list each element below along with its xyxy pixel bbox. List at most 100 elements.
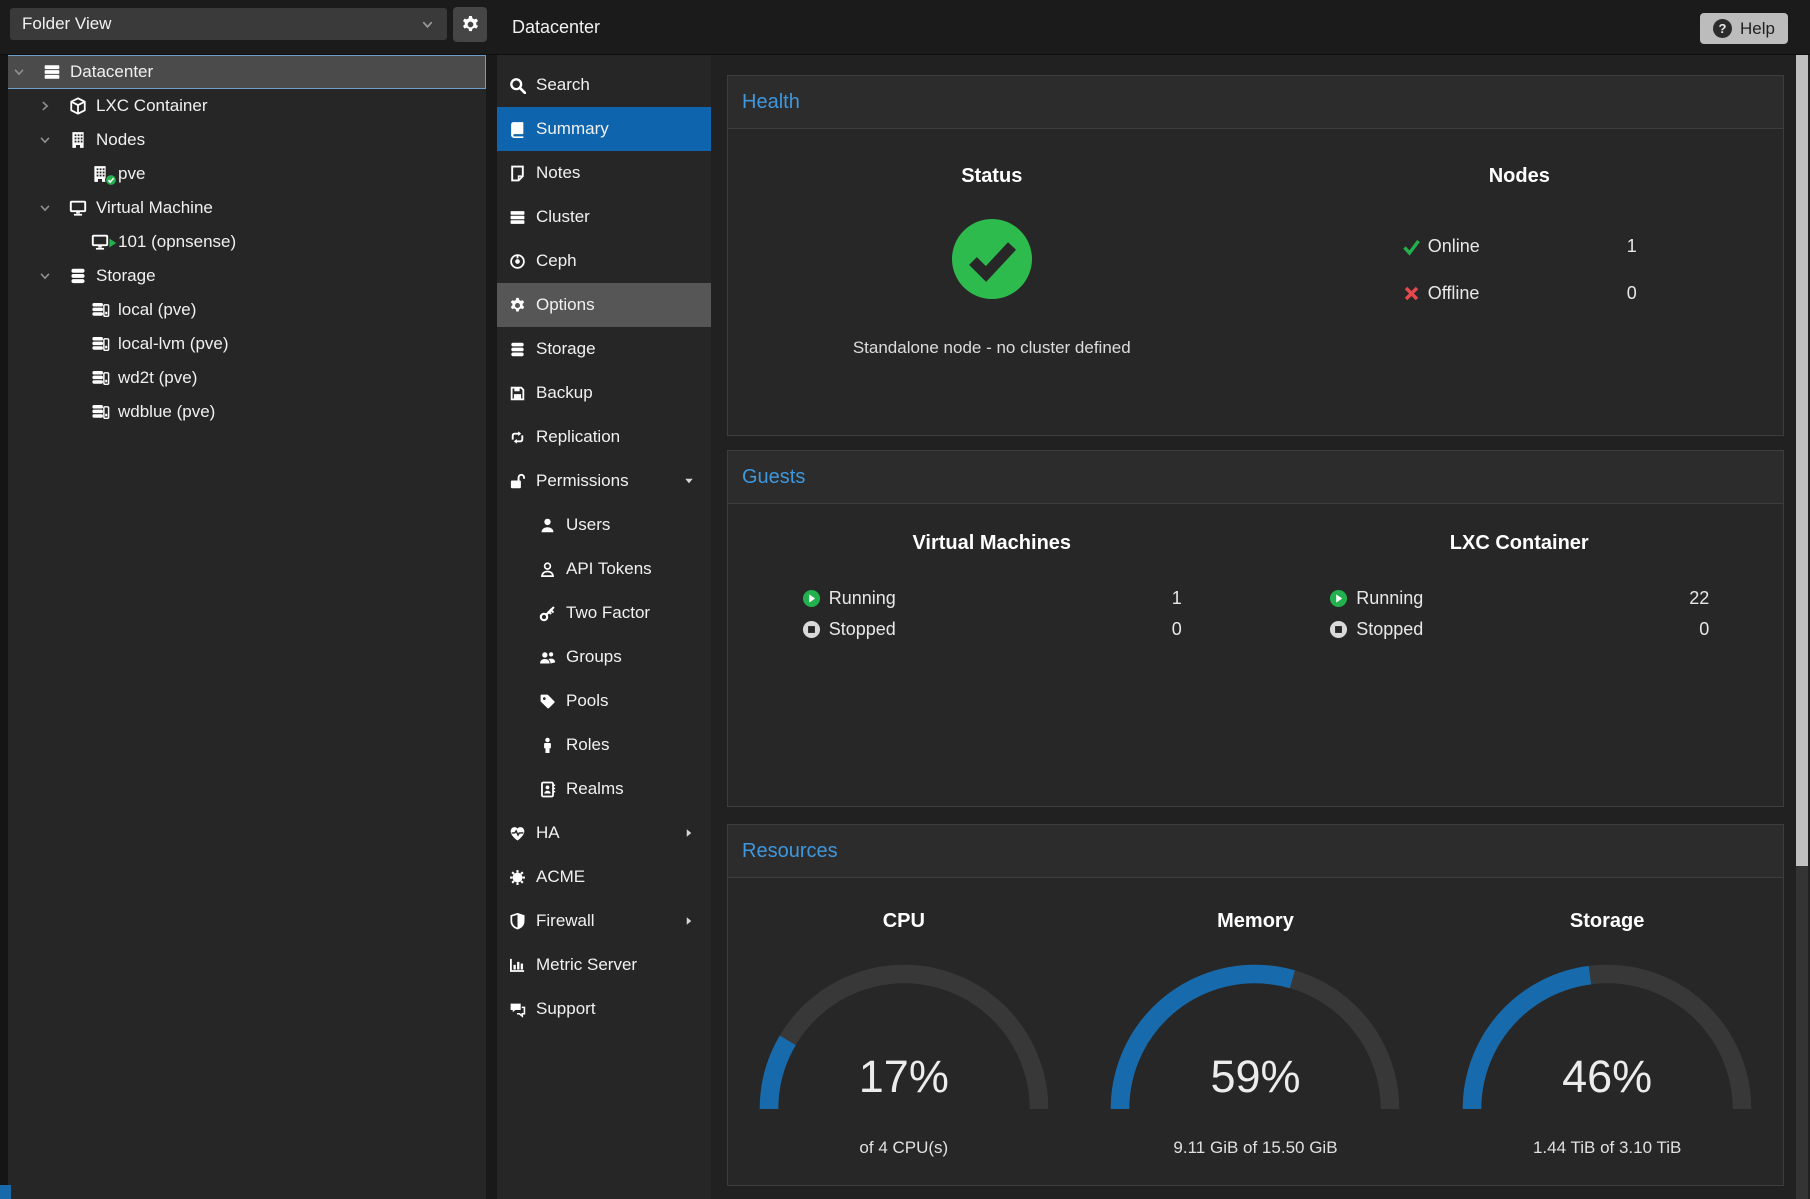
tree-settings-button[interactable] xyxy=(453,7,487,42)
tree-item-storage-local-lvm[interactable]: local-lvm (pve) xyxy=(0,327,486,361)
heartbeat-icon xyxy=(509,825,526,842)
desktop-running-icon xyxy=(88,233,112,251)
expander-expanded-icon[interactable] xyxy=(38,269,60,284)
tree-item-label: Virtual Machine xyxy=(96,198,213,218)
scrollbar-thumb[interactable] xyxy=(1796,55,1808,866)
expander-spacer xyxy=(60,405,82,420)
note-icon xyxy=(509,165,526,182)
resources-panel-body: CPU 17% of 4 CPU(s) Memory xyxy=(728,878,1783,1158)
menu-item-backup[interactable]: Backup xyxy=(497,371,711,415)
menu-item-pools[interactable]: Pools xyxy=(497,679,711,723)
health-status-column: Status Standalone node - no cluster defi… xyxy=(728,129,1256,358)
floppy-icon xyxy=(509,385,526,402)
expander-collapsed-icon[interactable] xyxy=(38,99,60,114)
menu-item-firewall[interactable]: Firewall xyxy=(497,899,711,943)
cpu-gauge-column: CPU 17% of 4 CPU(s) xyxy=(728,878,1080,1158)
storage-gauge-column: Storage 46% 1.44 TiB of 3.10 TiB xyxy=(1431,878,1783,1158)
database-icon xyxy=(509,341,526,358)
menu-item-support[interactable]: Support xyxy=(497,987,711,1031)
stop-circle-icon xyxy=(1329,620,1348,639)
tree-item-lxc-container[interactable]: LXC Container xyxy=(0,89,486,123)
storage-heading: Storage xyxy=(1570,910,1644,933)
resource-tree: Datacenter LXC Container Nodes pve Virtu… xyxy=(0,55,486,1199)
vertical-scrollbar[interactable] xyxy=(1796,55,1808,1199)
menu-item-options[interactable]: Options xyxy=(497,283,711,327)
tree-item-storage[interactable]: Storage xyxy=(0,259,486,293)
menu-item-replication[interactable]: Replication xyxy=(497,415,711,459)
lxc-rows: Running 22 Stopped 0 xyxy=(1329,587,1709,641)
menu-item-realms[interactable]: Realms xyxy=(497,767,711,811)
tree-item-storage-wd2t[interactable]: wd2t (pve) xyxy=(0,361,486,395)
menu-item-ceph[interactable]: Ceph xyxy=(497,239,711,283)
guests-panel-header: Guests xyxy=(728,451,1783,504)
resources-panel-title: Resources xyxy=(742,840,838,863)
replication-icon xyxy=(509,429,526,446)
menu-item-two-factor[interactable]: Two Factor xyxy=(497,591,711,635)
cpu-heading: CPU xyxy=(883,910,925,933)
database-drive-icon xyxy=(88,301,112,319)
menu-item-storage[interactable]: Storage xyxy=(497,327,711,371)
expander-expanded-icon[interactable] xyxy=(38,201,60,216)
menu-item-users[interactable]: Users xyxy=(497,503,711,547)
user-outline-icon xyxy=(539,561,556,578)
vm-running-count: 1 xyxy=(1172,588,1182,609)
menu-item-metric-server[interactable]: Metric Server xyxy=(497,943,711,987)
menu-item-summary[interactable]: Summary xyxy=(497,107,711,151)
resources-panel: Resources CPU 17% of 4 CPU(s) Memory xyxy=(727,824,1784,1186)
vm-rows: Running 1 Stopped 0 xyxy=(802,587,1182,641)
tree-item-label: Storage xyxy=(96,266,156,286)
menu-item-groups[interactable]: Groups xyxy=(497,635,711,679)
guests-panel: Guests Virtual Machines Running 1 Stoppe… xyxy=(727,450,1784,807)
summary-content: Health Status Standalone node - no clust… xyxy=(711,55,1810,1199)
tree-item-pve[interactable]: pve xyxy=(0,157,486,191)
tree-view-selector-value: Folder View xyxy=(22,14,111,34)
expander-expanded-icon[interactable] xyxy=(12,65,34,80)
comments-icon xyxy=(509,1001,526,1018)
left-edge-strip xyxy=(0,55,8,1199)
cpu-gauge: 17% xyxy=(754,953,1054,1118)
memory-detail: 9.11 GiB of 15.50 GiB xyxy=(1173,1138,1337,1158)
menu-item-search[interactable]: Search xyxy=(497,63,711,107)
nodes-offline-row: Offline 0 xyxy=(1402,283,1637,304)
menu-item-api-tokens[interactable]: API Tokens xyxy=(497,547,711,591)
resources-panel-header: Resources xyxy=(728,825,1783,878)
tree-item-label: local (pve) xyxy=(118,300,196,320)
tree-item-virtual-machine[interactable]: Virtual Machine xyxy=(0,191,486,225)
menu-item-notes[interactable]: Notes xyxy=(497,151,711,195)
address-book-icon xyxy=(539,781,556,798)
expander-expanded-icon[interactable] xyxy=(38,133,60,148)
database-drive-icon xyxy=(88,403,112,421)
help-button[interactable]: ? Help xyxy=(1700,13,1788,44)
tree-item-nodes[interactable]: Nodes xyxy=(0,123,486,157)
seal-icon xyxy=(509,869,526,886)
panel-divider[interactable] xyxy=(486,55,497,1199)
tree-item-storage-wdblue[interactable]: wdblue (pve) xyxy=(0,395,486,429)
storage-detail: 1.44 TiB of 3.10 TiB xyxy=(1533,1138,1681,1158)
gear-icon xyxy=(461,15,480,34)
check-icon xyxy=(1402,237,1421,256)
tree-item-datacenter[interactable]: Datacenter xyxy=(0,55,486,89)
tree-item-label: wd2t (pve) xyxy=(118,368,197,388)
online-count: 1 xyxy=(1627,236,1637,257)
storage-gauge: 46% xyxy=(1457,953,1757,1118)
cube-icon xyxy=(66,97,90,115)
tag-icon xyxy=(539,693,556,710)
tree-item-label: wdblue (pve) xyxy=(118,402,215,422)
lxc-running-count: 22 xyxy=(1689,588,1709,609)
menu-item-permissions[interactable]: Permissions xyxy=(497,459,711,503)
menu-item-acme[interactable]: ACME xyxy=(497,855,711,899)
menu-item-ha[interactable]: HA xyxy=(497,811,711,855)
menu-item-roles[interactable]: Roles xyxy=(497,723,711,767)
offline-count: 0 xyxy=(1627,283,1637,304)
tree-view-selector[interactable]: Folder View xyxy=(10,8,447,40)
play-circle-icon xyxy=(802,589,821,608)
server-icon xyxy=(40,63,64,81)
tree-item-storage-local[interactable]: local (pve) xyxy=(0,293,486,327)
chevron-down-icon xyxy=(420,17,435,32)
chevron-right-icon xyxy=(683,827,695,839)
tree-item-vm-101[interactable]: 101 (opnsense) xyxy=(0,225,486,259)
menu-item-cluster[interactable]: Cluster xyxy=(497,195,711,239)
bar-chart-icon xyxy=(509,957,526,974)
vm-stopped-count: 0 xyxy=(1172,619,1182,640)
stop-circle-icon xyxy=(802,620,821,639)
